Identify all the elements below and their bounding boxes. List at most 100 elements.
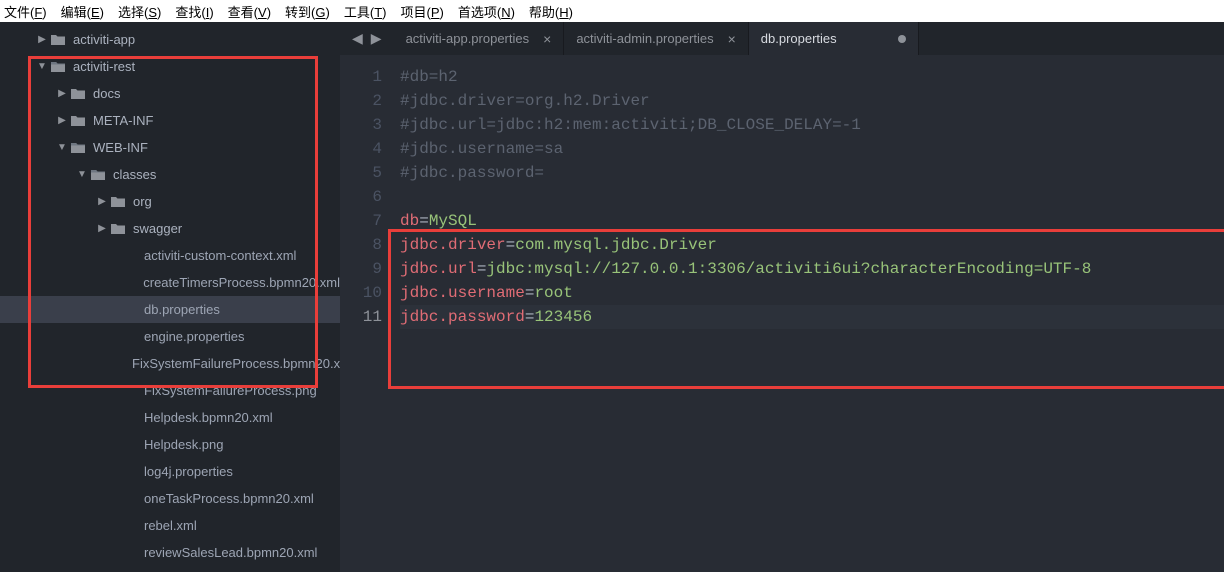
folder-open-icon: [90, 168, 106, 181]
tree-file[interactable]: db.properties: [0, 296, 340, 323]
code-token: =: [419, 212, 429, 230]
tree-folder[interactable]: ▼ classes: [0, 161, 340, 188]
code-line[interactable]: jdbc.driver=com.mysql.jdbc.Driver: [400, 233, 1224, 257]
twisty-icon[interactable]: ▼: [56, 142, 68, 153]
line-number: 10: [340, 281, 382, 305]
tree-folder[interactable]: ▶ org: [0, 188, 340, 215]
menu-item[interactable]: 工具(T): [344, 2, 387, 21]
tree-folder[interactable]: ▶ META-INF: [0, 107, 340, 134]
tree-item-label: META-INF: [93, 113, 153, 128]
tree-folder[interactable]: ▶swagger: [0, 215, 340, 242]
editor-tab[interactable]: activiti-app.properties ×: [394, 22, 565, 55]
code-line[interactable]: #jdbc.driver=org.h2.Driver: [400, 89, 1224, 113]
tab-label: activiti-app.properties: [406, 31, 530, 46]
tree-item-label: activiti-custom-context.xml: [144, 248, 296, 263]
tab-nav-left-icon[interactable]: ◀: [352, 30, 363, 47]
tree-file[interactable]: rebel.xml: [0, 512, 340, 539]
tab-close-icon[interactable]: ×: [543, 31, 551, 47]
tree-item-label: classes: [113, 167, 156, 182]
tree-item-label: docs: [93, 86, 120, 101]
menu-item[interactable]: 编辑(E): [61, 2, 104, 21]
project-tree-sidebar: ▶ activiti-app ▼activiti-rest ▶ docs ▶ META-IN…: [0, 22, 340, 572]
tree-file[interactable]: FixSystemFailureProcess.bpmn20.xml: [0, 350, 340, 377]
code-line[interactable]: jdbc.url=jdbc:mysql://127.0.0.1:3306/act…: [400, 257, 1224, 281]
menu-item[interactable]: 项目(P): [400, 2, 443, 21]
line-number: 7: [340, 209, 382, 233]
tab-nav-right-icon[interactable]: ▶: [371, 30, 382, 47]
tree-file[interactable]: engine.properties: [0, 323, 340, 350]
menu-item[interactable]: 文件(F): [4, 2, 47, 21]
twisty-icon[interactable]: ▶: [96, 223, 108, 234]
twisty-icon[interactable]: ▼: [36, 61, 48, 72]
line-number: 1: [340, 65, 382, 89]
tree-item-label: rebel.xml: [144, 518, 197, 533]
code-editor[interactable]: 1234567891011 #db=h2#jdbc.driver=org.h2.…: [340, 55, 1224, 572]
folder-icon: [50, 33, 66, 46]
menu-item[interactable]: 选择(S): [118, 2, 161, 21]
code-line[interactable]: #jdbc.url=jdbc:h2:mem:activiti;DB_CLOSE_…: [400, 113, 1224, 137]
tab-nav-arrows[interactable]: ◀ ▶: [340, 22, 394, 55]
code-line[interactable]: #db=h2: [400, 65, 1224, 89]
line-number: 2: [340, 89, 382, 113]
menu-item[interactable]: 首选项(N): [458, 2, 515, 21]
line-number: 6: [340, 185, 382, 209]
code-line[interactable]: db=MySQL: [400, 209, 1224, 233]
code-token: MySQL: [429, 212, 477, 230]
tree-item-label: org: [133, 194, 152, 209]
code-token: =: [525, 308, 535, 326]
tree-file[interactable]: createTimersProcess.bpmn20.xml: [0, 269, 340, 296]
menu-item[interactable]: 帮助(H): [529, 2, 573, 21]
tree-file[interactable]: FixSystemFailureProcess.png: [0, 377, 340, 404]
code-token: 123456: [534, 308, 592, 326]
twisty-icon[interactable]: ▶: [96, 196, 108, 207]
line-number: 9: [340, 257, 382, 281]
tree-item-label: db.properties: [144, 302, 220, 317]
tree-file[interactable]: activiti-custom-context.xml: [0, 242, 340, 269]
folder-icon: [110, 222, 126, 235]
code-token: db: [400, 212, 419, 230]
line-number: 5: [340, 161, 382, 185]
code-token: jdbc.password: [400, 308, 525, 326]
tree-item-label: FixSystemFailureProcess.png: [144, 383, 317, 398]
tree-item-label: activiti-app: [73, 32, 135, 47]
menu-item[interactable]: 查找(I): [175, 2, 213, 21]
line-number: 8: [340, 233, 382, 257]
code-line[interactable]: [400, 185, 1224, 209]
tree-file[interactable]: reviewSalesLead.bpmn20.xml: [0, 539, 340, 566]
tree-folder[interactable]: ▼WEB-INF: [0, 134, 340, 161]
editor-tab[interactable]: db.properties: [749, 22, 919, 55]
code-token: #jdbc.username=sa: [400, 140, 563, 158]
tab-label: activiti-admin.properties: [576, 31, 713, 46]
twisty-icon[interactable]: ▶: [36, 34, 48, 45]
tree-file[interactable]: Helpdesk.png: [0, 431, 340, 458]
tree-file[interactable]: Helpdesk.bpmn20.xml: [0, 404, 340, 431]
menu-bar: 文件(F) 编辑(E) 选择(S) 查找(I) 查看(V) 转到(G) 工具(T) 项目(P)…: [0, 0, 1224, 22]
code-line[interactable]: #jdbc.password=: [400, 161, 1224, 185]
code-line[interactable]: jdbc.username=root: [400, 281, 1224, 305]
code-line[interactable]: jdbc.password=123456: [400, 305, 1224, 329]
editor-tab[interactable]: activiti-admin.properties ×: [564, 22, 748, 55]
twisty-icon[interactable]: ▼: [76, 169, 88, 180]
twisty-icon[interactable]: ▶: [56, 88, 68, 99]
code-token: jdbc.driver: [400, 236, 506, 254]
tree-folder[interactable]: ▶ docs: [0, 80, 340, 107]
menu-item[interactable]: 转到(G): [285, 2, 330, 21]
code-token: =: [477, 260, 487, 278]
code-token: root: [534, 284, 572, 302]
tree-folder[interactable]: ▼activiti-rest: [0, 53, 340, 80]
code-line[interactable]: #jdbc.username=sa: [400, 137, 1224, 161]
tab-modified-icon[interactable]: [898, 35, 906, 43]
tree-file[interactable]: log4j.properties: [0, 458, 340, 485]
folder-open-icon: [50, 60, 66, 73]
code-token: =: [525, 284, 535, 302]
tree-item-label: engine.properties: [144, 329, 244, 344]
folder-icon: [70, 87, 86, 100]
tab-close-icon[interactable]: ×: [728, 31, 736, 47]
tree-item-label: reviewSalesLead.bpmn20.xml: [144, 545, 317, 560]
twisty-icon[interactable]: ▶: [56, 115, 68, 126]
folder-icon: [70, 114, 86, 127]
tree-file[interactable]: oneTaskProcess.bpmn20.xml: [0, 485, 340, 512]
editor-pane: ◀ ▶ activiti-app.properties×activiti-adm…: [340, 22, 1224, 572]
tree-folder[interactable]: ▶ activiti-app: [0, 26, 340, 53]
menu-item[interactable]: 查看(V): [228, 2, 271, 21]
